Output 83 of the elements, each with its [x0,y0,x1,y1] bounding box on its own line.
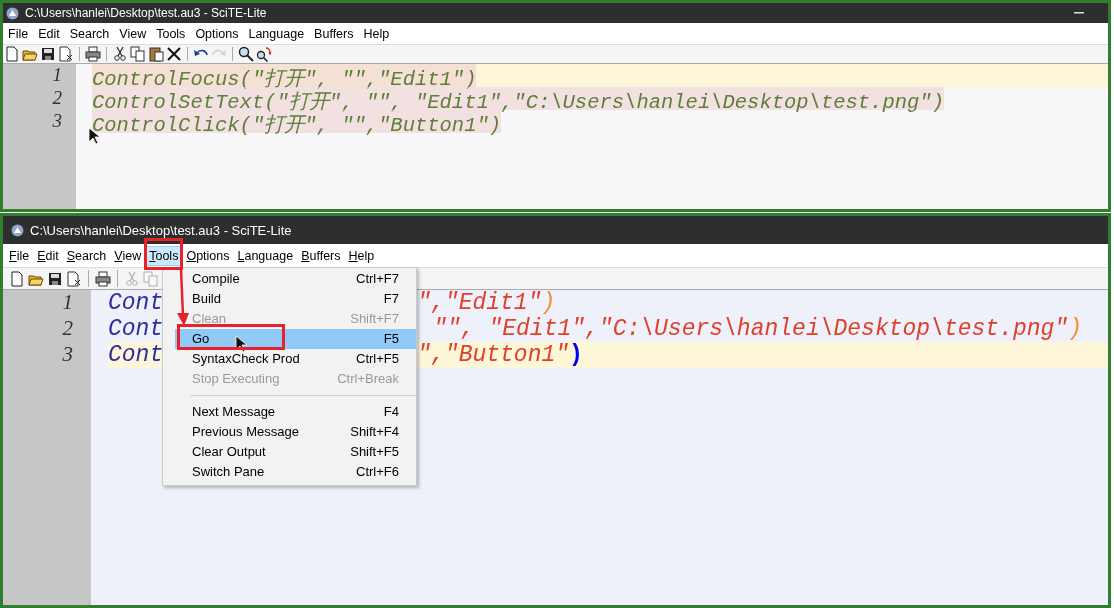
menu-item[interactable]: Search [64,23,115,44]
window-title: C:\Users\hanlei\Desktop\test.au3 - SciTE-Lite [25,6,267,20]
menu-item[interactable]: Buffers [309,23,359,44]
menu-item-label: Go [192,330,210,348]
menu-item-label: Clear Output [192,443,266,461]
menu-item-label: Previous Message [192,423,299,441]
new-file-icon[interactable] [4,46,20,62]
code-text: ControlSetText("打开", "", "Edit1","C:\Users\hanlei\Desktop\test.png") [92,90,944,110]
shortcut-label: Shift+F5 [350,443,399,461]
menu-item[interactable]: Switch Pane Ctrl+F6 [175,462,416,482]
close-file-icon[interactable] [66,270,82,287]
menu-item[interactable]: Language [243,23,310,44]
menu-item[interactable]: Edit [33,23,65,44]
replace-icon[interactable] [256,46,272,62]
menu-item[interactable]: Options [182,245,234,266]
code-text: Cont [108,316,164,342]
menu-item[interactable]: Go F5 [175,329,416,349]
app-logo-icon [6,6,19,20]
delete-icon[interactable] [166,46,182,62]
shortcut-label: Shift+F7 [350,310,399,328]
mouse-pointer-icon [235,335,247,353]
menu-item[interactable]: Clear Output Shift+F5 [175,442,416,462]
code-text: ","Button1" [417,342,570,368]
copy-icon[interactable] [130,46,146,62]
menu-item-label: SyntaxCheck Prod [192,350,300,368]
menu-item[interactable]: Previous Message Shift+F4 [175,422,416,442]
code-text: ","Edit1" [417,290,542,316]
menu-item[interactable]: Compile Ctrl+F7 [175,269,416,289]
menu-item-label: Compile [192,270,240,288]
menu-item-label: Stop Executing [192,370,280,388]
menu-item[interactable]: Buffers [297,245,345,266]
printer-icon[interactable] [95,270,111,287]
shortcut-label: F4 [383,403,399,421]
shortcut-label: Shift+F4 [350,423,399,441]
menu-item[interactable]: File [3,23,34,44]
shortcut-label: Ctrl+F6 [356,463,399,481]
menu-item[interactable]: View [110,245,146,266]
code-text: Cont [108,290,164,316]
clipboard-icon[interactable] [148,46,164,62]
menu-item[interactable]: Options [190,23,244,44]
code-text: ) [1068,316,1082,342]
minimize-icon[interactable] [1074,12,1084,14]
line-number: 3 [61,342,74,368]
menu-item[interactable]: Next Message F4 [175,402,416,422]
menu-item[interactable]: Edit [33,245,63,266]
code-text: ) [541,290,556,316]
shortcut-label: Ctrl+F5 [356,350,399,368]
menu-item[interactable]: Help [344,245,379,266]
highlight-frame [144,238,184,270]
new-file-icon[interactable] [9,270,25,287]
menu-item[interactable]: SyntaxCheck Prod Ctrl+F5 [175,349,416,369]
line-number: 2 [51,87,63,110]
line-number: 3 [51,110,63,133]
menu-item[interactable]: View [114,23,152,44]
close-file-icon[interactable] [58,46,74,62]
printer-icon[interactable] [85,46,101,62]
window-title: C:\Users\hanlei\Desktop\test.au3 - SciTE-Lite [30,222,292,238]
menu-item-label: Build [192,290,221,308]
menu-item[interactable]: File [5,245,34,266]
menu-item-label: Switch Pane [192,463,265,481]
code-text: ControlClick("打开", "","Button1") [92,113,502,133]
menu-item-label: Clean [192,310,226,328]
menu-item[interactable]: Tools [151,23,191,44]
line-number: 1 [51,64,63,87]
menu-item[interactable]: Build F7 [175,289,416,309]
menu-item[interactable]: Search [62,245,111,266]
line-number: 2 [61,316,74,342]
code-text: ) [569,342,583,368]
shortcut-label: F5 [383,330,399,348]
scissors-icon[interactable] [112,46,128,62]
code-text: "", "Edit1","C:\Users\hanlei\Desktop\test.png" [433,316,1069,342]
annotation-arrow [177,268,189,326]
menu-item[interactable]: Language [233,245,298,266]
app-logo-icon [11,223,24,237]
code-text: ControlFocus("打开", "","Edit1") [92,67,477,87]
shortcut-label: Ctrl+Break [337,370,399,388]
menu-item-label: Next Message [192,403,276,421]
menu-item[interactable]: Help [358,23,395,44]
code-text: Cont [108,342,164,368]
shortcut-label: F7 [383,290,399,308]
shortcut-label: Ctrl+F7 [356,270,399,288]
search-icon[interactable] [238,46,254,62]
line-number: 1 [61,290,74,316]
